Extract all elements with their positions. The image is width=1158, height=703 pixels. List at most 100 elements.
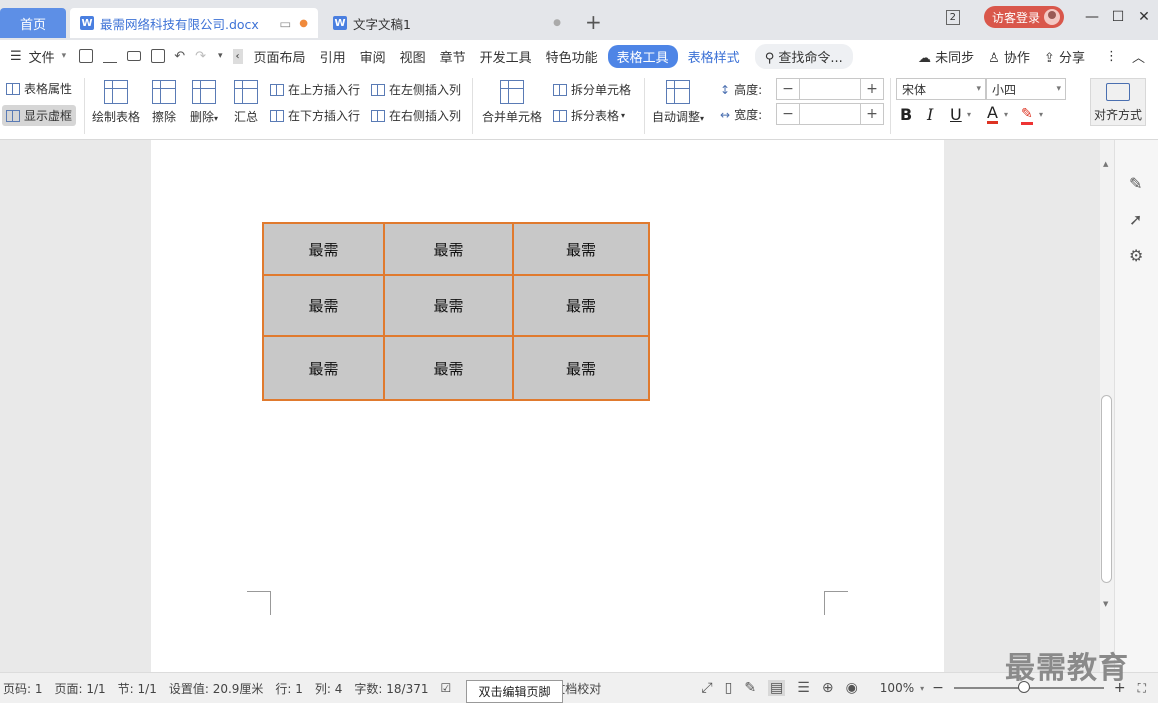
zoom-level[interactable]: 100% (880, 681, 914, 695)
window-count-badge[interactable]: 2 (945, 9, 960, 25)
summary-button[interactable]: 汇总 (234, 80, 258, 125)
spellcheck-icon[interactable]: ☑ (441, 681, 452, 695)
chevron-down-icon[interactable]: ▾ (62, 51, 67, 61)
width-minus-button[interactable]: − (777, 104, 799, 124)
menu-item-features[interactable]: 特色功能 (539, 47, 605, 66)
font-color-button[interactable]: A (987, 105, 998, 124)
table-cell[interactable]: 最需 (512, 222, 650, 276)
page-view-icon[interactable]: ▤ (768, 680, 786, 696)
redo-icon[interactable]: ↷ (195, 49, 206, 64)
undo-icon[interactable]: ↶ (174, 49, 185, 64)
table-cell[interactable]: 最需 (512, 274, 650, 337)
menu-item-reference[interactable]: 引用 (313, 47, 353, 66)
more-icon[interactable]: ⋮ (1098, 49, 1125, 64)
show-gridlines-button[interactable]: 显示虚框 (2, 105, 77, 126)
underline-dropdown-icon[interactable]: ▾ (967, 110, 971, 119)
height-stepper[interactable]: − + (776, 78, 884, 100)
minimize-button[interactable]: — (1080, 9, 1104, 25)
autofit-button[interactable]: 自动调整▾ (652, 80, 704, 125)
status-page-no[interactable]: 页码: 1 (3, 680, 43, 697)
tab-home[interactable]: 首页 (0, 8, 66, 38)
eye-protect-icon[interactable]: ◉ (846, 680, 858, 696)
table-cell[interactable]: 最需 (383, 335, 514, 401)
italic-button[interactable]: I (927, 105, 933, 124)
print-icon[interactable] (127, 51, 142, 61)
more-chevron-icon[interactable]: ▾ (218, 51, 223, 61)
underline-button[interactable]: U (950, 105, 962, 124)
width-plus-button[interactable]: + (861, 104, 883, 124)
close-button[interactable]: ✕ (1132, 9, 1156, 25)
new-tab-button[interactable]: + (585, 10, 602, 34)
highlight-dropdown-icon[interactable]: ▾ (1039, 110, 1043, 119)
font-color-dropdown-icon[interactable]: ▾ (1004, 110, 1008, 119)
vertical-scrollbar[interactable]: ▲ ▼ (1100, 140, 1114, 672)
menu-item-view[interactable]: 视图 (393, 47, 433, 66)
zoom-slider[interactable] (953, 681, 1104, 693)
hamburger-icon[interactable]: ☰ (0, 49, 29, 64)
edit-pen-icon[interactable]: ✎ (1129, 174, 1142, 193)
format-painter-icon[interactable] (103, 49, 118, 63)
share-button[interactable]: ⇪ 分享 (1037, 47, 1092, 66)
status-words[interactable]: 字数: 18/371 (354, 680, 428, 697)
split-table-button[interactable]: 拆分表格 ▾ (553, 107, 625, 124)
highlight-icon[interactable]: ✎ (1021, 106, 1033, 125)
fullscreen-icon[interactable]: ⤢ (701, 680, 712, 696)
merge-cells-button[interactable]: 合并单元格 (482, 80, 542, 125)
table-cell[interactable]: 最需 (262, 335, 385, 401)
align-button[interactable]: 对齐方式 (1090, 78, 1146, 126)
select-cursor-icon[interactable]: ➚ (1129, 210, 1142, 229)
table-cell[interactable]: 最需 (512, 335, 650, 401)
font-size-select[interactable]: 小四 (986, 78, 1066, 100)
restore-button[interactable]: ☐ (1106, 9, 1130, 25)
close-dot-icon[interactable]: ● (553, 18, 561, 28)
erase-button[interactable]: 擦除 (152, 80, 176, 125)
guest-login-button[interactable]: 访客登录 (983, 6, 1064, 28)
status-pages[interactable]: 页面: 1/1 (55, 680, 106, 697)
collab-button[interactable]: ♙ 协作 (981, 47, 1037, 66)
print-preview-icon[interactable] (151, 49, 166, 63)
write-mode-icon[interactable]: ✎ (744, 680, 756, 696)
bold-button[interactable]: B (900, 105, 912, 124)
settings-sliders-icon[interactable]: ⚙ (1129, 246, 1143, 265)
menu-item-review[interactable]: 审阅 (353, 47, 393, 66)
insert-row-above-button[interactable]: 在上方插入行 (270, 81, 360, 98)
menu-item-table-style[interactable]: 表格样式 (681, 47, 747, 66)
table-cell[interactable]: 最需 (383, 222, 514, 276)
outline-view-icon[interactable]: ☰ (797, 680, 810, 696)
menu-file[interactable]: 文件 (29, 47, 62, 66)
table-cell[interactable]: 最需 (383, 274, 514, 337)
search-command[interactable]: ⚲ 查找命令... (754, 43, 853, 69)
table-cell[interactable]: 最需 (262, 274, 385, 337)
tab-doc-inactive[interactable]: W 文字文稿1 ● (323, 8, 571, 38)
menu-item-devtools[interactable]: 开发工具 (473, 47, 539, 66)
fit-page-icon[interactable]: ⛶ (1138, 681, 1146, 696)
split-cell-button[interactable]: 拆分单元格 (553, 81, 631, 98)
status-row[interactable]: 行: 1 (275, 680, 303, 697)
word-table[interactable]: 最需 最需 最需 最需 最需 最需 最需 最需 最需 (262, 222, 650, 401)
status-setting[interactable]: 设置值: 20.9厘米 (169, 680, 264, 697)
table-properties-button[interactable]: 表格属性 (6, 80, 72, 97)
scroll-up-icon[interactable]: ▲ (1103, 160, 1108, 168)
status-section[interactable]: 节: 1/1 (118, 680, 157, 697)
zoom-out-button[interactable]: − (932, 680, 944, 696)
height-plus-button[interactable]: + (861, 79, 883, 99)
width-stepper[interactable]: − + (776, 103, 884, 125)
height-input[interactable] (799, 79, 861, 99)
save-icon[interactable] (79, 49, 94, 63)
tab-doc-active[interactable]: W 最需网络科技有限公司.docx ▭ ● (70, 8, 318, 38)
insert-row-below-button[interactable]: 在下方插入行 (270, 107, 360, 124)
table-cell[interactable]: 最需 (262, 222, 385, 276)
web-view-icon[interactable]: ⊕ (822, 680, 834, 696)
monitor-icon[interactable]: ▭ (279, 16, 291, 31)
menu-item-chapter[interactable]: 章节 (433, 47, 473, 66)
delete-button[interactable]: 删除▾ (190, 80, 218, 125)
document-page[interactable]: 最需 最需 最需 最需 最需 最需 最需 最需 最需 (151, 140, 944, 672)
zoom-dropdown-icon[interactable]: ▾ (920, 684, 924, 693)
scroll-down-icon[interactable]: ▼ (1103, 600, 1108, 608)
font-family-select[interactable]: 宋体 (896, 78, 986, 100)
collapse-ribbon-icon[interactable]: ︿ (1125, 47, 1152, 66)
draw-table-button[interactable]: 绘制表格 (92, 80, 140, 125)
scroll-thumb[interactable] (1101, 395, 1112, 583)
status-col[interactable]: 列: 4 (315, 680, 343, 697)
menu-item-layout[interactable]: 页面布局 (247, 47, 313, 66)
